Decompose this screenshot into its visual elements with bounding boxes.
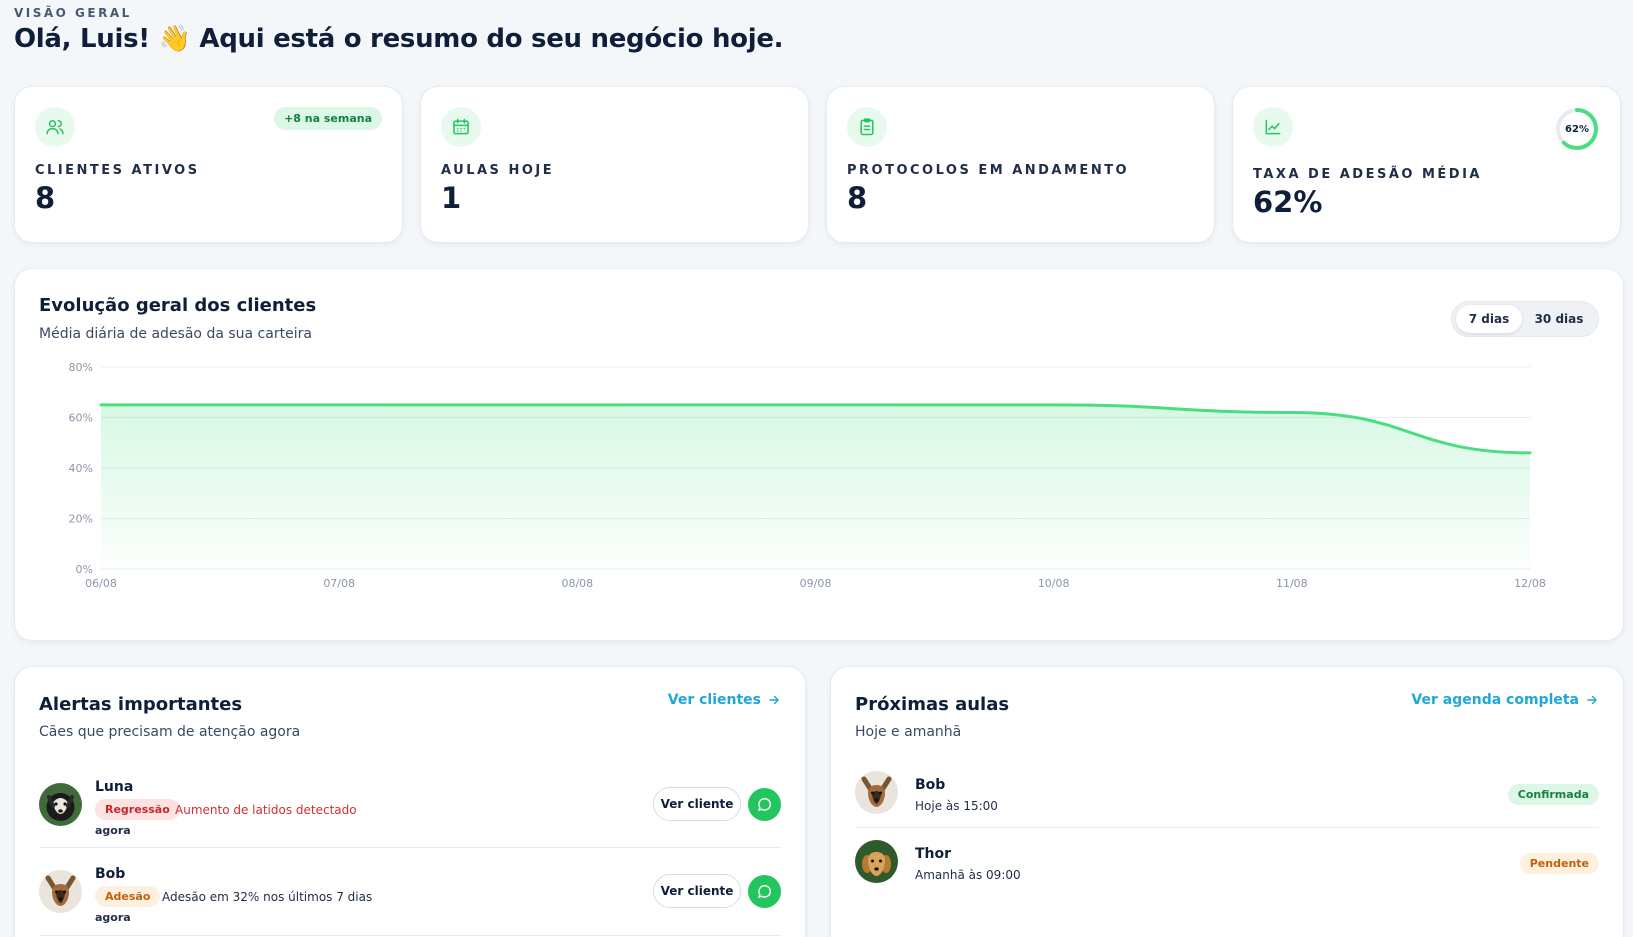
series-area [101,404,1530,569]
view-clients-link-label: Ver clientes [667,692,761,708]
whatsapp-button[interactable] [748,875,781,908]
upcoming-classes-card: Próximas aulas Hoje e amanhã Ver agenda … [830,666,1624,937]
alert-row: Bob Adesão Adesão em 32% nos últimos 7 d… [39,866,781,924]
stat-label: CLIENTES ATIVOS [35,163,200,178]
class-dog-name: Bob [915,777,946,793]
class-row[interactable]: Thor Amanhã às 09:00 Pendente [855,840,1599,886]
adherence-area-chart: 0% 20% 40% 60% 80% 06/08 07/08 08/08 09/08 10/08 1… [69,361,1546,590]
x-tick-label: 12/08 [1514,577,1546,590]
alerts-card: Alertas importantes Cães que precisam de… [14,666,806,937]
status-badge-confirmed: Confirmada [1507,784,1599,805]
stat-value: 1 [441,181,462,215]
dog-avatar-thor [855,840,898,883]
stat-value: 8 [847,181,868,215]
class-row[interactable]: Bob Hoje às 15:00 Confirmada [855,771,1599,817]
x-tick-label: 10/08 [1038,577,1070,590]
users-icon [35,107,75,147]
alerts-subtitle: Cães que precisam de atenção agora [39,724,301,740]
x-tick-label: 11/08 [1276,577,1308,590]
view-clients-link[interactable]: Ver clientes [668,692,781,708]
stat-value: 8 [35,181,56,215]
dog-avatar-bob [855,771,898,814]
weekly-growth-badge: +8 na semana [274,107,382,130]
dog-avatar-bob [39,870,82,913]
stat-card-classes-today: AULAS HOJE 1 [420,86,809,243]
calendar-icon [441,107,481,147]
page-eyebrow: VISÃO GERAL [14,6,132,20]
classes-subtitle: Hoje e amanhã [855,724,962,740]
alert-time: agora [95,824,131,837]
stat-label: AULAS HOJE [441,163,555,178]
client-evolution-chart-card: Evolução geral dos clientes Média diária… [14,268,1624,641]
row-divider [39,935,781,936]
row-divider [39,847,781,848]
arrow-right-icon [769,695,779,705]
classes-title: Próximas aulas [855,694,1010,715]
clipboard-icon [847,107,887,147]
y-tick-label: 80% [69,361,93,374]
stat-card-active-clients: +8 na semana CLIENTES ATIVOS 8 [14,86,403,243]
view-client-button[interactable]: Ver cliente [653,874,741,908]
stat-value: 62% [1253,185,1323,219]
status-badge-pending: Pendente [1519,853,1599,874]
alert-tag-adherence: Adesão [95,886,161,907]
row-divider [855,827,1599,828]
view-full-schedule-link[interactable]: Ver agenda completa [1411,692,1599,708]
y-tick-label: 0% [76,563,93,576]
view-client-button[interactable]: Ver cliente [653,787,741,821]
adherence-ring-label: 62% [1565,123,1589,135]
alert-tag-regression: Regressão [95,799,180,820]
alert-description: Adesão em 32% nos últimos 7 dias [162,890,373,904]
alert-description: Aumento de latidos detectado [175,803,357,817]
alert-dog-name: Bob [95,866,126,882]
chat-bubble-icon [758,884,772,898]
stat-card-protocols: PROTOCOLOS EM ANDAMENTO 8 [826,86,1215,243]
class-time: Hoje às 15:00 [915,799,998,813]
alerts-title: Alertas importantes [39,694,243,715]
stat-label: TAXA DE ADESÃO MÉDIA [1253,167,1482,182]
y-tick-label: 60% [69,412,93,425]
stat-card-adherence-rate: 62% TAXA DE ADESÃO MÉDIA 62% [1232,86,1621,243]
stat-label: PROTOCOLOS EM ANDAMENTO [847,163,1130,178]
class-time: Amanhã às 09:00 [915,868,1021,882]
arrow-right-icon [1587,695,1597,705]
x-tick-label: 06/08 [85,577,117,590]
whatsapp-button[interactable] [748,788,781,821]
y-tick-label: 20% [69,513,93,526]
line-chart-icon [1253,107,1293,147]
alert-dog-name: Luna [95,779,134,795]
alert-time: agora [95,911,131,924]
alert-row: Luna Regressão Aumento de latidos detect… [39,779,781,837]
page-title: Olá, Luis! 👋 Aqui está o resumo do seu n… [14,24,784,54]
x-tick-label: 09/08 [800,577,832,590]
view-full-schedule-link-label: Ver agenda completa [1411,692,1579,708]
x-tick-label: 08/08 [561,577,593,590]
y-tick-label: 40% [69,462,93,475]
class-dog-name: Thor [915,846,952,862]
dog-avatar-luna [39,783,82,826]
chat-bubble-icon [758,797,772,811]
x-tick-label: 07/08 [323,577,355,590]
